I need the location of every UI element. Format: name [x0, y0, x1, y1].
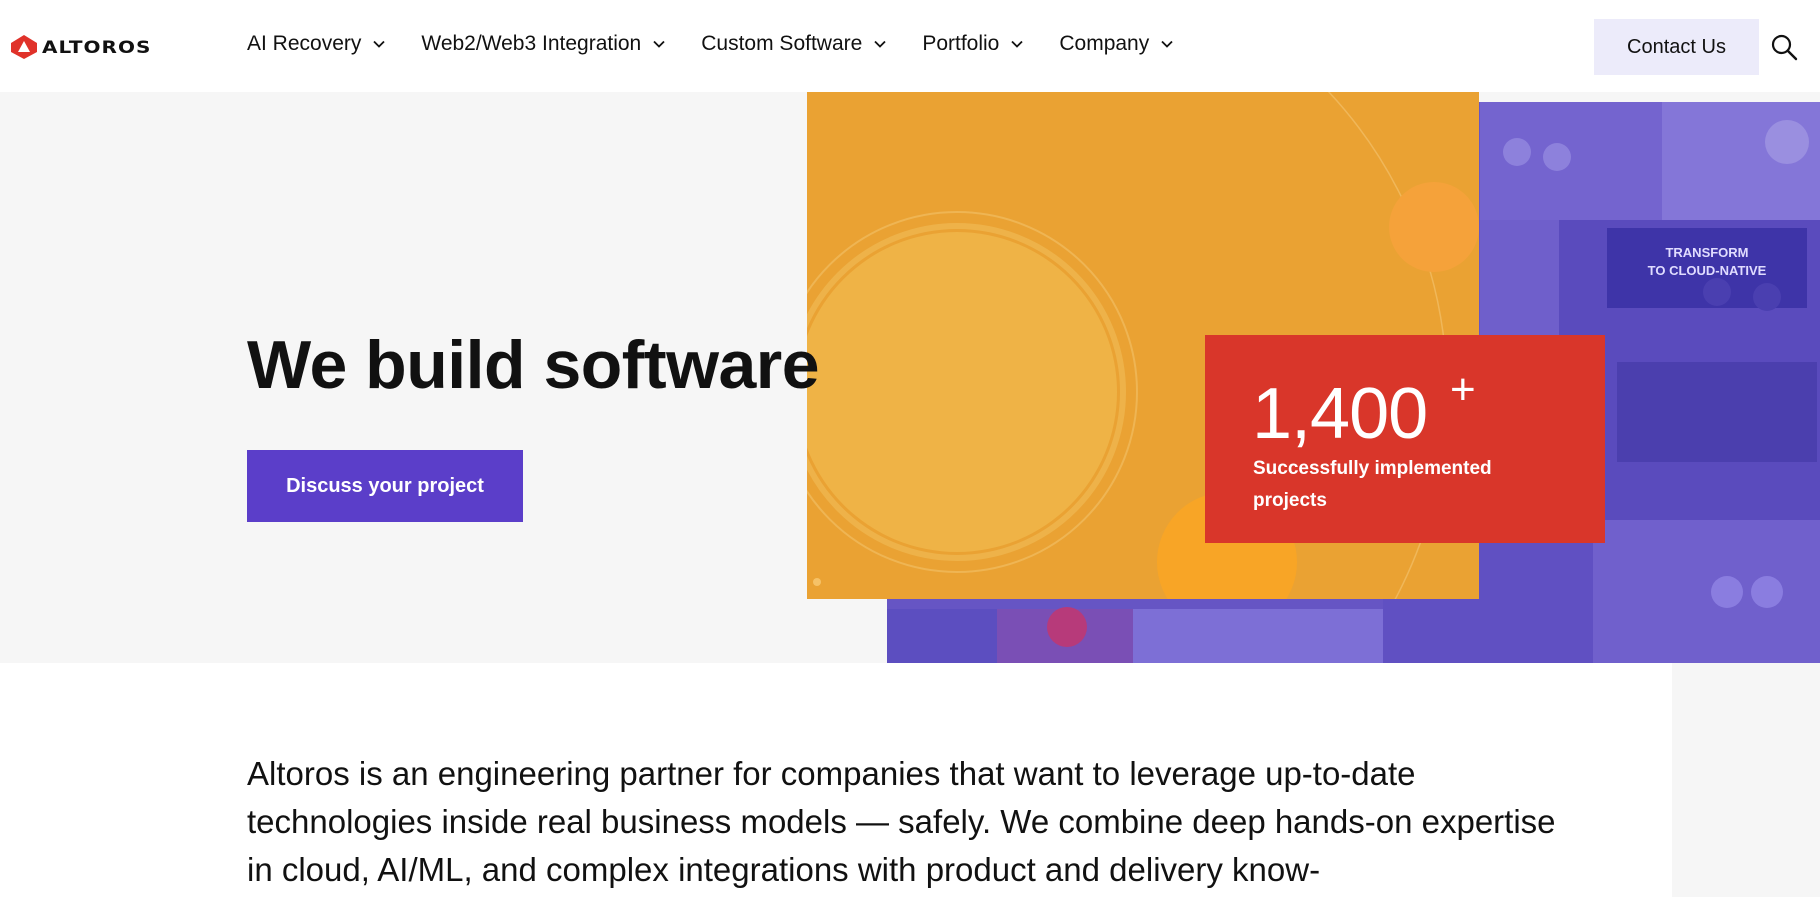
nav-item-company[interactable]: Company — [1059, 32, 1173, 56]
side-panel — [1672, 663, 1820, 897]
hero-title: We build software — [247, 327, 820, 403]
search-icon[interactable] — [1770, 33, 1798, 61]
chevron-down-icon — [1161, 40, 1173, 48]
site-header: ALTOROS AI Recovery Web2/Web3 Integratio… — [0, 0, 1820, 92]
discuss-project-button[interactable]: Discuss your project — [247, 450, 523, 522]
poster-text: TRANSFORM — [1665, 245, 1748, 260]
hero-section: TRANSFORM TO CLOUD-NATIVE We build softw… — [0, 92, 1820, 663]
nav-item-label: AI Recovery — [247, 32, 362, 55]
nav-item-label: Company — [1059, 32, 1150, 55]
main-nav: AI Recovery Web2/Web3 Integration Custom… — [247, 32, 1209, 56]
stat-label: Successfully implemented projects — [1253, 458, 1492, 511]
svg-text:TO CLOUD-NATIVE: TO CLOUD-NATIVE — [1648, 263, 1767, 278]
stat-card: 1,400 + Successfully implemented project… — [1205, 335, 1605, 543]
altoros-logo-icon — [11, 35, 37, 59]
nav-item-custom-software[interactable]: Custom Software — [701, 32, 886, 56]
chevron-down-icon — [1011, 40, 1023, 48]
nav-item-portfolio[interactable]: Portfolio — [922, 32, 1023, 56]
nav-item-ai-recovery[interactable]: AI Recovery — [247, 32, 386, 56]
nav-item-label: Web2/Web3 Integration — [421, 32, 642, 55]
contact-us-button[interactable]: Contact Us — [1594, 19, 1759, 75]
chevron-down-icon — [874, 40, 886, 48]
chevron-down-icon — [373, 40, 386, 48]
nav-item-web2-web3[interactable]: Web2/Web3 Integration — [421, 32, 665, 56]
stat-value: 1,400 — [1252, 374, 1428, 454]
altoros-logo[interactable]: ALTOROS — [10, 34, 151, 60]
stat-suffix: + — [1450, 365, 1476, 414]
nav-item-label: Custom Software — [701, 32, 863, 55]
logo-text: ALTOROS — [42, 36, 152, 58]
chevron-down-icon — [653, 40, 665, 48]
intro-paragraph: Altoros is an engineering partner for co… — [247, 755, 1556, 888]
nav-item-label: Portfolio — [922, 32, 1000, 55]
